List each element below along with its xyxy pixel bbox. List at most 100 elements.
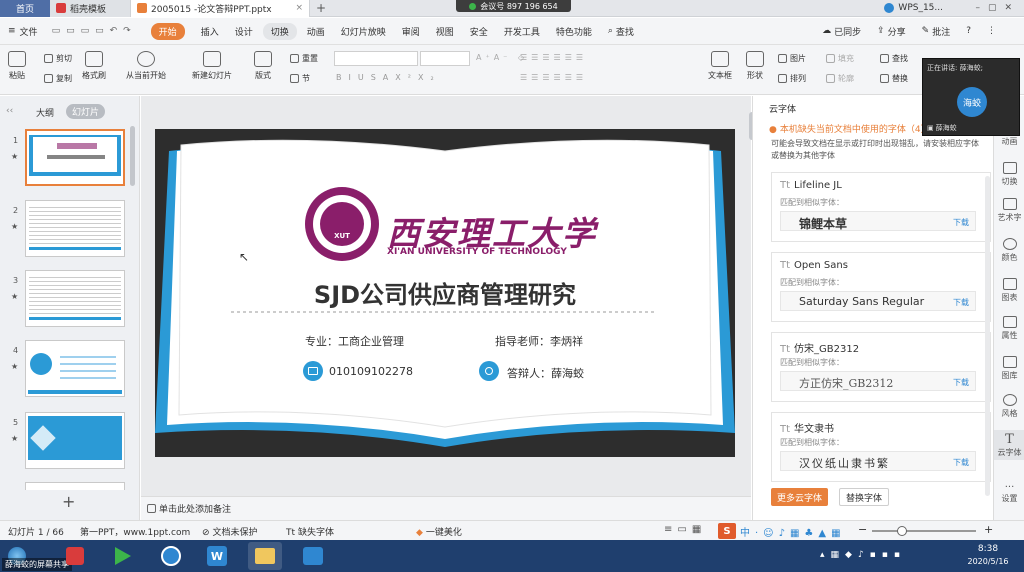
paragraph-buttons[interactable]: ☰☰☰☰☰☰: [520, 53, 587, 62]
from-current-button[interactable]: 从当前开始: [126, 51, 166, 81]
download-link[interactable]: 下载: [953, 217, 969, 228]
taskbar-app-1[interactable]: [58, 542, 92, 570]
menu-slideshow[interactable]: 幻灯片放映: [333, 18, 394, 45]
taskbar-app-3[interactable]: [154, 542, 188, 570]
shape-button[interactable]: 形状: [746, 51, 764, 81]
menu-annotate[interactable]: ✎ 批注: [914, 18, 959, 45]
slide-thumbnail-4[interactable]: [25, 340, 125, 397]
textbox-button[interactable]: 文本框: [708, 51, 732, 81]
tab-docer[interactable]: 稻壳模板: [50, 0, 130, 17]
zoom-in-button[interactable]: +: [984, 523, 993, 536]
more-icon[interactable]: ⋮: [979, 18, 1004, 45]
menu-features[interactable]: 特色功能: [548, 18, 600, 45]
student-id-text[interactable]: 010109102278: [329, 365, 413, 378]
replace-font-button[interactable]: 替换字体: [839, 488, 890, 506]
menu-search[interactable]: ⌕ 查找: [600, 18, 642, 45]
sidebar-animation[interactable]: 动画: [994, 136, 1024, 147]
section-button[interactable]: 节: [290, 73, 310, 84]
protect-status[interactable]: ⊘ 文档未保护: [202, 525, 258, 538]
tab-wps[interactable]: WPS_15...: [878, 0, 949, 17]
advisor-text[interactable]: 指导老师：李炳祥: [495, 333, 583, 349]
clock-date[interactable]: 2020/5/16: [958, 557, 1018, 566]
window-controls[interactable]: –▢✕: [975, 3, 1020, 13]
new-tab-button[interactable]: +: [310, 0, 332, 17]
superscript-button[interactable]: X²: [395, 73, 418, 82]
notes-area[interactable]: 单击此处添加备注: [141, 496, 751, 520]
slide-thumbnail-5[interactable]: [25, 412, 125, 469]
layout-button[interactable]: 版式: [254, 51, 272, 81]
taskbar-app-wps[interactable]: W: [200, 542, 234, 570]
slide-canvas[interactable]: XUT 西安理工大学 XI'AN UNIVERSITY OF TECHNOLOG…: [155, 129, 735, 457]
tab-home[interactable]: 首页: [0, 0, 50, 17]
menu-transition[interactable]: 切换: [262, 22, 297, 40]
sidebar-cloud-font[interactable]: T 云字体: [994, 430, 1024, 460]
align-buttons[interactable]: ☰☰☰☰☰☰: [520, 73, 587, 82]
zoom-slider-handle[interactable]: [897, 526, 907, 536]
slide-thumbnail-2[interactable]: [25, 200, 125, 257]
zoom-slider[interactable]: [872, 530, 976, 532]
major-text[interactable]: 专业：工商企业管理: [305, 333, 404, 349]
menu-help[interactable]: ?: [958, 18, 979, 45]
menu-security[interactable]: 安全: [462, 18, 496, 45]
font-color-button[interactable]: A: [383, 73, 395, 82]
collapse-panel-icon[interactable]: ‹‹: [6, 106, 13, 116]
more-cloud-fonts-button[interactable]: 更多云字体: [771, 488, 829, 506]
fill-button[interactable]: 填充: [826, 53, 854, 64]
strike-button[interactable]: S: [371, 73, 383, 82]
zoom-out-button[interactable]: −: [858, 523, 867, 536]
format-painter-button[interactable]: 格式刷: [82, 51, 106, 81]
slide-thumbnail-3[interactable]: [25, 270, 125, 327]
download-link[interactable]: 下载: [953, 297, 969, 308]
cut-button[interactable]: 剪切: [44, 53, 72, 64]
menu-animation[interactable]: 动画: [299, 18, 333, 45]
sidebar-transition[interactable]: 切换: [994, 162, 1024, 187]
download-link[interactable]: 下载: [953, 457, 969, 468]
font-name-field[interactable]: [334, 51, 418, 66]
tab-close-icon[interactable]: ×: [295, 3, 303, 13]
font-size-field[interactable]: [420, 51, 470, 66]
sidebar-gallery[interactable]: 图库: [994, 356, 1024, 381]
video-call-window[interactable]: 正在讲话: 薛海蛟; 海蛟 ▣ 薛海蛟: [922, 58, 1020, 136]
tab-slides[interactable]: 幻灯片: [66, 104, 106, 119]
beautify-button[interactable]: ◆ 一键美化: [416, 525, 462, 538]
underline-button[interactable]: U: [358, 73, 371, 82]
clock-time[interactable]: 8:38: [958, 544, 1018, 554]
menu-design[interactable]: 设计: [227, 18, 261, 45]
font-style-buttons[interactable]: B I U S A X² X₂: [336, 73, 441, 82]
menu-developer[interactable]: 开发工具: [496, 18, 548, 45]
sidebar-style[interactable]: 风格: [994, 394, 1024, 419]
menu-review[interactable]: 审阅: [394, 18, 428, 45]
defender-text[interactable]: 答辩人：薛海蛟: [507, 365, 584, 381]
ime-toolbar[interactable]: 中·☺♪▦♣▲▦: [740, 524, 846, 539]
reset-button[interactable]: 重置: [290, 53, 318, 64]
theme-name[interactable]: 第一PPT，www.1ppt.com: [80, 525, 190, 538]
view-buttons[interactable]: ≡▭▦: [664, 524, 706, 535]
sidebar-chart[interactable]: 图表: [994, 278, 1024, 303]
ime-logo-icon[interactable]: S: [718, 523, 736, 539]
italic-button[interactable]: I: [349, 73, 358, 82]
match-row[interactable]: Saturday Sans Regular 下载: [780, 291, 976, 311]
paste-button[interactable]: 粘贴: [8, 51, 26, 81]
taskbar-app-2[interactable]: [106, 542, 140, 570]
menu-file[interactable]: ≡ 文件: [0, 18, 46, 45]
panel-scrollbar[interactable]: [130, 126, 135, 186]
tab-outline[interactable]: 大纲: [36, 106, 54, 119]
add-slide-button[interactable]: +: [62, 492, 75, 511]
outline-button[interactable]: 轮廓: [826, 73, 854, 84]
find-button[interactable]: 查找: [880, 53, 908, 64]
picture-button[interactable]: 图片: [778, 53, 806, 64]
match-row[interactable]: 锦鲤本草 下载: [780, 211, 976, 231]
bold-button[interactable]: B: [336, 73, 349, 82]
taskbar-app-explorer[interactable]: [248, 542, 282, 570]
sidebar-properties[interactable]: 属性: [994, 316, 1024, 341]
arrange-button[interactable]: 排列: [778, 73, 806, 84]
menu-share[interactable]: ⇪ 分享: [869, 18, 914, 45]
menu-view[interactable]: 视图: [428, 18, 462, 45]
menu-sync[interactable]: ☁ 已同步: [814, 18, 869, 45]
sidebar-wordart[interactable]: 艺术字: [994, 198, 1024, 223]
quick-access-icons[interactable]: ▭▭▭▭↶↷: [46, 18, 143, 45]
match-row[interactable]: 汉仪纸山隶书繁 下载: [780, 451, 976, 471]
tab-document[interactable]: 2005015 -论文答辩PPT.pptx ×: [130, 0, 310, 17]
system-tray-icons[interactable]: ▴▦◆♪▪▪▪: [820, 550, 906, 560]
subscript-button[interactable]: X₂: [418, 73, 441, 82]
